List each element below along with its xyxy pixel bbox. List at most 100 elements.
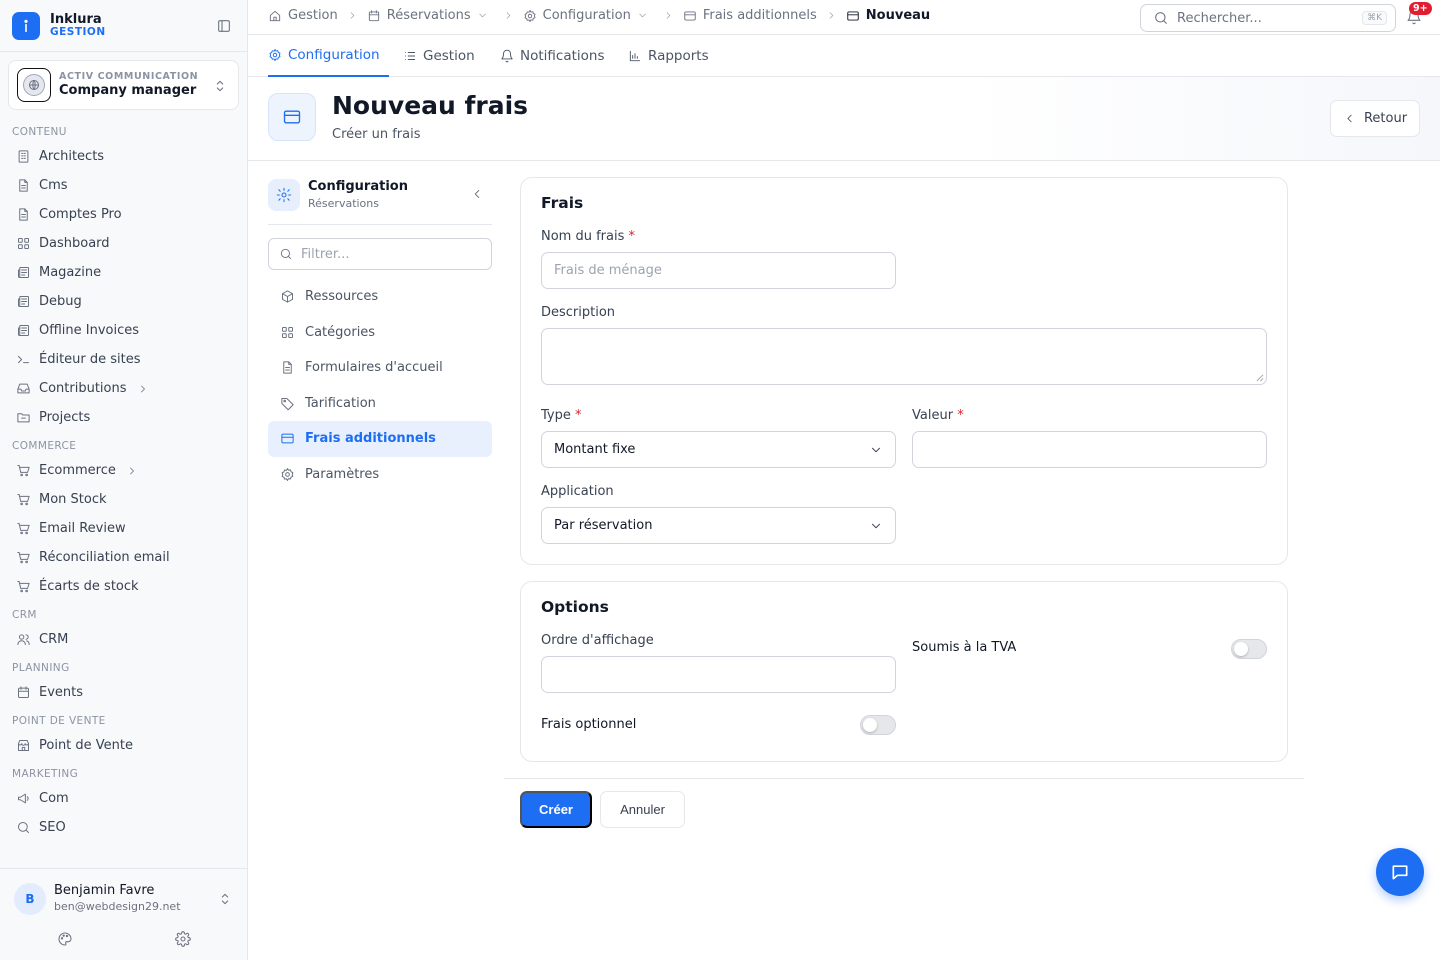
home-icon: [268, 9, 282, 23]
user-menu[interactable]: B Benjamin Favre ben@webdesign29.net: [0, 868, 247, 960]
sidebar-item-ecarts-de-stock[interactable]: Écarts de stock: [0, 572, 247, 601]
description-textarea[interactable]: [541, 328, 1267, 385]
subnav-item-frais-additionnels[interactable]: Frais additionnels: [268, 421, 492, 457]
subnav-item-ressources[interactable]: Ressources: [268, 279, 492, 315]
type-select[interactable]: Montant fixe: [541, 431, 896, 468]
chevron-right-icon: [663, 10, 674, 21]
breadcrumb-item[interactable]: Réservations: [367, 8, 494, 23]
sidebar-item-reconciliation-email[interactable]: Réconciliation email: [0, 543, 247, 572]
chevron-up-down-icon[interactable]: [217, 891, 233, 907]
bell-icon: [500, 49, 514, 63]
description-label: Description: [541, 305, 616, 320]
cart-icon: [16, 521, 31, 536]
tab-notifications[interactable]: Notifications: [500, 35, 605, 77]
sidebar-item-label: SEO: [39, 820, 66, 835]
create-button[interactable]: Créer: [520, 791, 592, 828]
page-header: Nouveau frais Créer un frais Retour: [248, 77, 1440, 161]
subnav-title: Configuration: [308, 179, 408, 194]
subnav-item-formulaires-d-accueil[interactable]: Formulaires d'accueil: [268, 350, 492, 386]
sidebar-item-seo[interactable]: SEO: [0, 813, 247, 842]
subnav-item-tarification[interactable]: Tarification: [268, 386, 492, 422]
chevron-left-icon[interactable]: [470, 187, 484, 201]
back-button[interactable]: Retour: [1330, 100, 1420, 137]
grid-icon: [280, 325, 295, 340]
sidebar-item-ecommerce[interactable]: Ecommerce: [0, 456, 247, 485]
chevron-left-icon: [1343, 112, 1356, 125]
chat-button[interactable]: [1376, 848, 1424, 896]
sidebar-item-cms[interactable]: Cms: [0, 171, 247, 200]
sidebar-item-com[interactable]: Com: [0, 784, 247, 813]
sidebar-toggle-icon[interactable]: [216, 18, 232, 34]
subnav-item-label: Formulaires d'accueil: [305, 360, 443, 376]
tab-rapports[interactable]: Rapports: [628, 35, 709, 77]
nav-section-title: POINT DE VENTE: [12, 715, 106, 727]
sidebar-item-mon-stock[interactable]: Mon Stock: [0, 485, 247, 514]
valeur-input[interactable]: [912, 431, 1267, 468]
search-input[interactable]: Rechercher... ⌘K: [1140, 4, 1396, 32]
sidebar-item-crm[interactable]: CRM: [0, 625, 247, 654]
brand[interactable]: Inklura GESTION: [12, 10, 236, 42]
sidebar-item-contributions[interactable]: Contributions: [0, 374, 247, 403]
resize-handle-icon[interactable]: [1255, 373, 1264, 382]
optionnel-toggle[interactable]: [860, 715, 896, 735]
credit-card-icon: [268, 93, 316, 141]
gear-icon: [523, 9, 537, 23]
cancel-button[interactable]: Annuler: [600, 791, 685, 828]
sidebar-item-editeur-de-sites[interactable]: Éditeur de sites: [0, 345, 247, 374]
folder-icon: [16, 410, 31, 425]
avatar: B: [14, 883, 46, 915]
breadcrumb-label: Nouveau: [865, 8, 931, 23]
chevron-down-icon[interactable]: [637, 10, 648, 21]
breadcrumb-item[interactable]: Configuration: [523, 8, 654, 23]
sidebar-item-debug[interactable]: Debug: [0, 287, 247, 316]
sidebar-item-point-de-vente[interactable]: Point de Vente: [0, 731, 247, 760]
application-select[interactable]: Par réservation: [541, 507, 896, 544]
sidebar-item-dashboard[interactable]: Dashboard: [0, 229, 247, 258]
sidebar-item-projects[interactable]: Projects: [0, 403, 247, 432]
subnav-item-label: Catégories: [305, 324, 376, 340]
sidebar-item-email-review[interactable]: Email Review: [0, 514, 247, 543]
application-label: Application: [541, 484, 614, 499]
gear-icon[interactable]: [175, 931, 191, 947]
name-field-label: Nom du frais *: [541, 229, 635, 244]
sidebar: Inklura GESTION ACTIV COMMUNICATION Comp…: [0, 0, 248, 960]
search-icon: [16, 820, 31, 835]
breadcrumb-item[interactable]: Gestion: [268, 8, 338, 23]
sidebar-item-label: Projects: [39, 410, 91, 425]
subnav-filter-input[interactable]: Filtrer...: [268, 238, 492, 270]
page-title: Nouveau frais: [332, 91, 529, 120]
fee-name-input[interactable]: Frais de ménage: [541, 252, 896, 289]
required-mark: *: [575, 408, 582, 423]
sidebar-item-comptes-pro[interactable]: Comptes Pro: [0, 200, 247, 229]
application-select-value: Par réservation: [554, 518, 653, 533]
toggle-knob: [863, 718, 877, 732]
brand-logo-icon: [12, 12, 40, 40]
chevron-right-icon[interactable]: [126, 465, 138, 477]
palette-icon[interactable]: [57, 931, 73, 947]
sidebar-item-magazine[interactable]: Magazine: [0, 258, 247, 287]
sidebar-item-architects[interactable]: Architects: [0, 142, 247, 171]
module-tabs: Configuration Gestion Notifications Rapport…: [248, 35, 1440, 77]
subnav-item-label: Paramètres: [305, 466, 380, 482]
chevron-down-icon: [869, 443, 883, 457]
subnav-item-label: Ressources: [305, 289, 379, 305]
chevron-right-icon: [503, 10, 514, 21]
tab-configuration[interactable]: Configuration: [268, 35, 389, 77]
subnav-item-categories[interactable]: Catégories: [268, 315, 492, 351]
sidebar-item-events[interactable]: Events: [0, 678, 247, 707]
chevron-right-icon[interactable]: [137, 383, 149, 395]
required-mark: *: [628, 229, 636, 244]
chevron-down-icon[interactable]: [477, 10, 488, 21]
filter-placeholder: Filtrer...: [301, 246, 350, 262]
options-card-title: Options: [541, 598, 609, 616]
subnav-item-parametres[interactable]: Paramètres: [268, 457, 492, 493]
file-icon: [16, 178, 31, 193]
tab-gestion[interactable]: Gestion: [403, 35, 479, 77]
org-switcher[interactable]: ACTIV COMMUNICATION Company manager: [8, 60, 239, 110]
ordre-input[interactable]: [541, 656, 896, 693]
tva-toggle[interactable]: [1231, 639, 1267, 659]
cart-icon: [16, 579, 31, 594]
breadcrumb-item[interactable]: Frais additionnels: [683, 8, 817, 23]
sidebar-item-offline-invoices[interactable]: Offline Invoices: [0, 316, 247, 345]
box-icon: [280, 289, 295, 304]
